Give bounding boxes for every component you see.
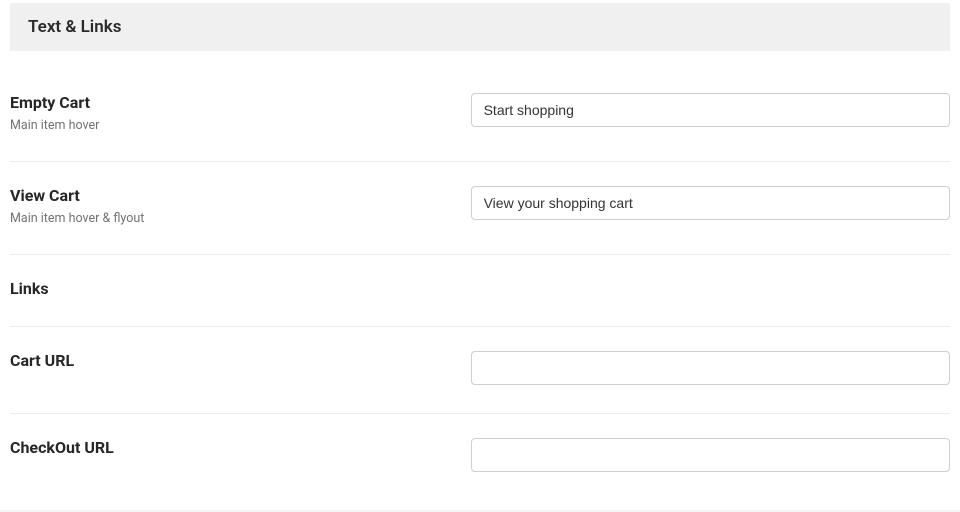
row-cart-url: Cart URL [10, 327, 950, 414]
row-view-cart: View Cart Main item hover & flyout [10, 162, 950, 255]
row-empty-cart-right [471, 93, 950, 127]
row-cart-url-left: Cart URL [10, 351, 471, 376]
view-cart-input[interactable] [471, 186, 950, 220]
empty-cart-input[interactable] [471, 93, 950, 127]
empty-cart-label: Empty Cart [10, 93, 451, 112]
row-empty-cart: Empty Cart Main item hover [10, 51, 950, 162]
checkout-url-input[interactable] [471, 438, 950, 472]
view-cart-label: View Cart [10, 186, 451, 205]
checkout-url-label: CheckOut URL [10, 438, 451, 457]
row-checkout-url-right [471, 438, 950, 472]
row-links-left: Links [10, 279, 471, 298]
empty-cart-desc: Main item hover [10, 118, 451, 133]
row-view-cart-right [471, 186, 950, 220]
form-wrapper: Empty Cart Main item hover View Cart Mai… [0, 51, 960, 500]
row-checkout-url-left: CheckOut URL [10, 438, 471, 463]
section-title: Text & Links [28, 17, 932, 37]
row-cart-url-right [471, 351, 950, 385]
view-cart-desc: Main item hover & flyout [10, 211, 451, 226]
row-empty-cart-left: Empty Cart Main item hover [10, 93, 471, 133]
cart-url-input[interactable] [471, 351, 950, 385]
row-links: Links [10, 255, 950, 327]
section-header: Text & Links [10, 3, 950, 51]
cart-url-label: Cart URL [10, 351, 451, 370]
links-label: Links [10, 279, 451, 298]
row-view-cart-left: View Cart Main item hover & flyout [10, 186, 471, 226]
row-checkout-url: CheckOut URL [10, 414, 950, 500]
